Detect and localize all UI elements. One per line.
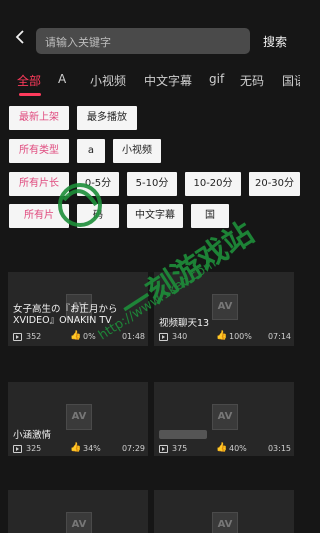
view-count: 375	[172, 444, 188, 453]
filter-category-label[interactable]: 所有片	[9, 204, 69, 228]
video-card-2[interactable]: AV 视频聊天13 340 👍 100% 07:14	[154, 272, 294, 346]
thumbs-up-icon: 👍	[70, 331, 82, 341]
filter-length-0-5[interactable]: 0-5分	[77, 172, 119, 196]
view-count: 340	[172, 332, 188, 341]
blurred-title	[159, 430, 207, 439]
filter-length-5-10[interactable]: 5-10分	[127, 172, 177, 196]
filter-length-label[interactable]: 所有片长	[9, 172, 69, 196]
play-count-icon	[159, 445, 168, 453]
thumbs-up-icon: 👍	[216, 443, 228, 453]
tab-mandarin[interactable]: 国语	[282, 72, 300, 89]
av-placeholder-icon: AV	[212, 404, 238, 430]
tab-a[interactable]: A	[58, 72, 66, 86]
video-card-3[interactable]: AV 小涵激情 325 👍 34% 07:29	[8, 382, 148, 456]
like-percent: 100%	[229, 332, 252, 341]
video-meta: 352 👍 0% 01:48	[13, 331, 145, 343]
like-percent: 34%	[83, 444, 101, 453]
video-card-6[interactable]: AV	[154, 490, 294, 533]
thumbs-up-icon: 👍	[70, 443, 82, 453]
tab-all[interactable]: 全部	[17, 72, 41, 89]
category-tabs: 全部 A 小视频 中文字幕 gif 无码 国语	[0, 64, 300, 100]
video-meta: 340 👍 100% 07:14	[159, 331, 291, 343]
active-tab-indicator	[19, 93, 41, 96]
video-title: 小涵激情	[13, 430, 52, 441]
video-meta: 325 👍 34% 07:29	[13, 443, 145, 455]
filter-type-label[interactable]: 所有类型	[9, 139, 69, 163]
view-count: 325	[26, 444, 42, 453]
view-count: 352	[26, 332, 42, 341]
video-meta: 375 👍 40% 03:15	[159, 443, 291, 455]
tab-gif[interactable]: gif	[209, 72, 224, 86]
video-duration: 01:48	[121, 332, 145, 341]
filter-type-a[interactable]: a	[77, 139, 105, 163]
back-arrow-icon[interactable]	[14, 30, 28, 44]
search-input[interactable]: 请输入关键字	[36, 28, 250, 54]
video-card-5[interactable]: AV	[8, 490, 148, 533]
video-duration: 03:15	[267, 444, 291, 453]
video-duration: 07:14	[267, 332, 291, 341]
filter-category-mandarin[interactable]: 国	[191, 204, 229, 228]
filter-sort-most-played[interactable]: 最多播放	[77, 106, 137, 130]
av-placeholder-icon: AV	[66, 512, 92, 533]
filter-category-chinese-subtitles[interactable]: 中文字幕	[127, 204, 183, 228]
tab-short-video[interactable]: 小视频	[90, 72, 126, 89]
play-count-icon	[13, 445, 22, 453]
video-duration: 07:29	[121, 444, 145, 453]
av-placeholder-icon: AV	[66, 404, 92, 430]
thumbs-up-icon: 👍	[216, 331, 228, 341]
video-thumbnail: AV	[8, 490, 148, 533]
tab-chinese-subtitles[interactable]: 中文字幕	[144, 72, 192, 89]
filter-length-10-20[interactable]: 10-20分	[185, 172, 241, 196]
video-card-4[interactable]: AV 375 👍 40% 03:15	[154, 382, 294, 456]
filter-type-short-video[interactable]: 小视频	[113, 139, 161, 163]
like-percent: 40%	[229, 444, 247, 453]
search-placeholder: 请输入关键字	[45, 36, 111, 49]
filter-sort-label[interactable]: 最新上架	[9, 106, 69, 130]
video-thumbnail: AV	[154, 490, 294, 533]
video-title: 女子高生の『お正月から XVIDEO』ONAKIN TV	[13, 304, 118, 326]
av-placeholder-icon: AV	[212, 294, 238, 320]
like-percent: 0%	[83, 332, 96, 341]
av-placeholder-icon: AV	[212, 512, 238, 533]
tab-uncensored[interactable]: 无码	[240, 72, 264, 89]
filter-length-20-30[interactable]: 20-30分	[249, 172, 300, 196]
filter-category-uncensored[interactable]: 码	[77, 204, 119, 228]
video-card-1[interactable]: AV 女子高生の『お正月から XVIDEO』ONAKIN TV 352 👍 0%…	[8, 272, 148, 346]
play-count-icon	[159, 333, 168, 341]
video-title: 视频聊天13	[159, 318, 210, 329]
top-bar: 请输入关键字 搜索	[0, 0, 300, 62]
search-button[interactable]: 搜索	[263, 33, 287, 50]
play-count-icon	[13, 333, 22, 341]
